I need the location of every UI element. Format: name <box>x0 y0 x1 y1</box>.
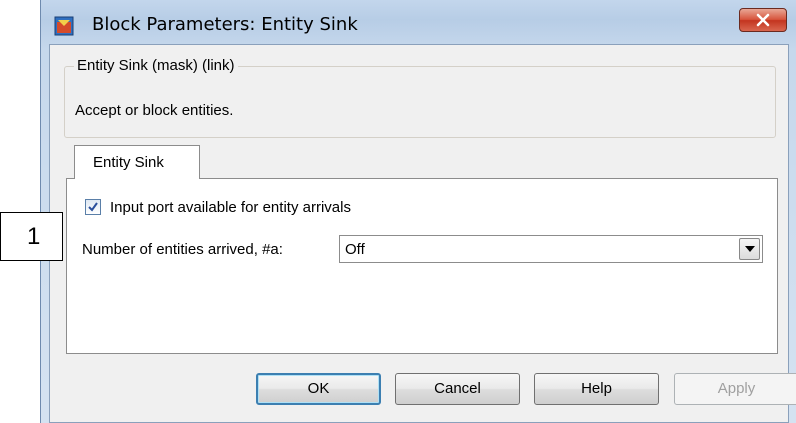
entities-arrived-select[interactable]: Off <box>339 235 763 263</box>
checkmark-icon <box>88 202 98 212</box>
dialog-client-area: Entity Sink (mask) (link) Accept or bloc… <box>49 44 796 423</box>
tab-panel: Input port available for entity arrivals… <box>66 178 778 354</box>
chevron-down-icon <box>745 246 755 252</box>
dropdown-button[interactable] <box>739 238 760 260</box>
apply-button[interactable]: Apply <box>674 373 796 405</box>
entities-arrived-label: Number of entities arrived, #a: <box>82 241 283 258</box>
input-port-label: Input port available for entity arrivals <box>110 199 351 216</box>
help-button[interactable]: Help <box>534 373 659 405</box>
input-port-checkbox[interactable] <box>85 199 101 215</box>
annotation-number: 1 <box>27 223 41 250</box>
window-title: Block Parameters: Entity Sink <box>92 14 358 35</box>
annotation-callout: 1 <box>0 212 63 261</box>
select-value: Off <box>345 241 365 258</box>
close-button[interactable] <box>739 8 787 32</box>
dialog-window: Block Parameters: Entity Sink Entity Sin… <box>40 0 796 423</box>
title-bar[interactable]: Block Parameters: Entity Sink <box>41 6 796 46</box>
block-description: Accept or block entities. <box>75 102 234 119</box>
tab-label: Entity Sink <box>93 154 164 171</box>
simulink-block-icon <box>54 16 74 36</box>
ok-button[interactable]: OK <box>256 373 381 405</box>
group-legend: Entity Sink (mask) (link) <box>74 57 238 74</box>
cancel-button[interactable]: Cancel <box>395 373 520 405</box>
mask-description-group: Entity Sink (mask) (link) Accept or bloc… <box>64 57 776 138</box>
close-icon <box>756 13 770 27</box>
tab-entity-sink[interactable]: Entity Sink <box>74 145 200 179</box>
